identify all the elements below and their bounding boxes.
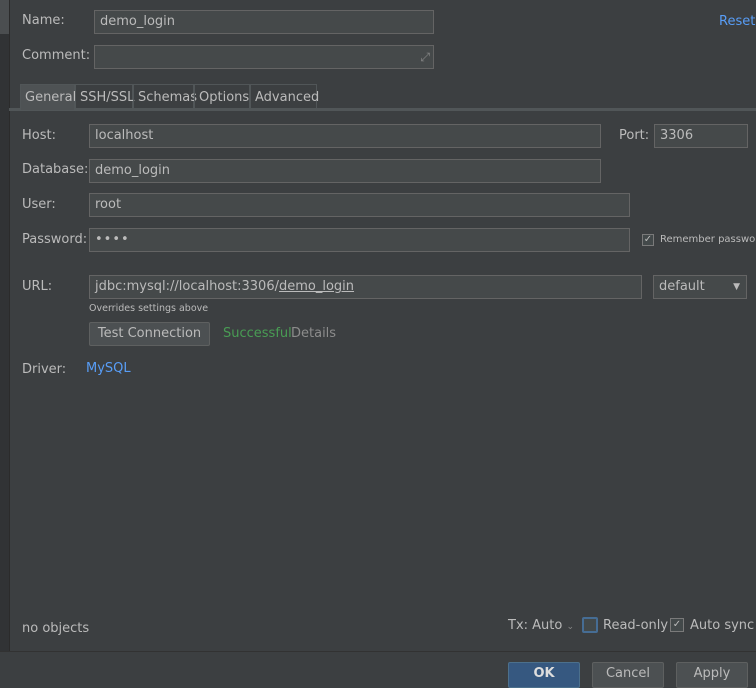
- details-link[interactable]: Details: [291, 326, 336, 341]
- cancel-button[interactable]: Cancel: [592, 662, 664, 688]
- database-input[interactable]: demo_login: [89, 159, 601, 183]
- url-mode-select[interactable]: default ▼: [653, 275, 747, 299]
- host-label: Host:: [22, 128, 56, 143]
- footer-divider: [0, 651, 756, 652]
- driver-link[interactable]: MySQL: [86, 361, 131, 376]
- database-label: Database:: [22, 162, 89, 177]
- comment-input[interactable]: ⤢: [94, 45, 434, 69]
- chevron-down-icon: ▼: [733, 282, 740, 292]
- host-input[interactable]: localhost: [89, 124, 601, 148]
- read-only-label: Read-only: [603, 618, 669, 633]
- read-only-checkbox[interactable]: [582, 617, 598, 633]
- url-label: URL:: [22, 279, 53, 294]
- overrides-note: Overrides settings above: [89, 303, 209, 314]
- comment-label: Comment:: [22, 48, 91, 63]
- user-label: User:: [22, 197, 56, 212]
- remember-password-checkbox[interactable]: ✓: [642, 234, 654, 246]
- port-input[interactable]: 3306: [654, 124, 748, 148]
- left-panel-strip: [0, 0, 10, 652]
- tab-ssh-ssl[interactable]: SSH/SSL: [75, 84, 134, 110]
- apply-button[interactable]: Apply: [676, 662, 748, 688]
- name-input[interactable]: demo_login: [94, 10, 434, 34]
- name-label: Name:: [22, 13, 65, 28]
- left-panel-selection: [0, 0, 9, 34]
- user-input[interactable]: root: [89, 193, 630, 217]
- expand-icon[interactable]: ⤢: [420, 46, 430, 68]
- driver-label: Driver:: [22, 362, 67, 377]
- tab-advanced[interactable]: Advanced: [250, 84, 319, 110]
- reset-link[interactable]: Reset: [719, 14, 755, 29]
- tab-schemas[interactable]: Schemas: [133, 84, 197, 110]
- test-connection-button[interactable]: Test Connection: [89, 322, 210, 346]
- tab-options[interactable]: Options: [194, 84, 250, 110]
- url-input[interactable]: jdbc:mysql://localhost:3306/demo_login: [89, 275, 642, 299]
- password-label: Password:: [22, 232, 88, 247]
- chevron-down-icon: ⌄: [566, 622, 575, 632]
- auto-sync-checkbox[interactable]: ✓: [670, 618, 684, 632]
- tab-general[interactable]: General: [20, 84, 76, 110]
- remember-password-label: Remember password: [660, 234, 756, 245]
- connection-status: Successful: [223, 326, 292, 341]
- ok-button[interactable]: OK: [508, 662, 580, 688]
- tx-mode-dropdown[interactable]: Tx: Auto ⌄: [508, 618, 574, 633]
- password-input[interactable]: ••••: [89, 228, 630, 252]
- port-label: Port:: [619, 128, 650, 143]
- auto-sync-label: Auto sync: [690, 618, 755, 633]
- objects-count: no objects: [22, 621, 90, 636]
